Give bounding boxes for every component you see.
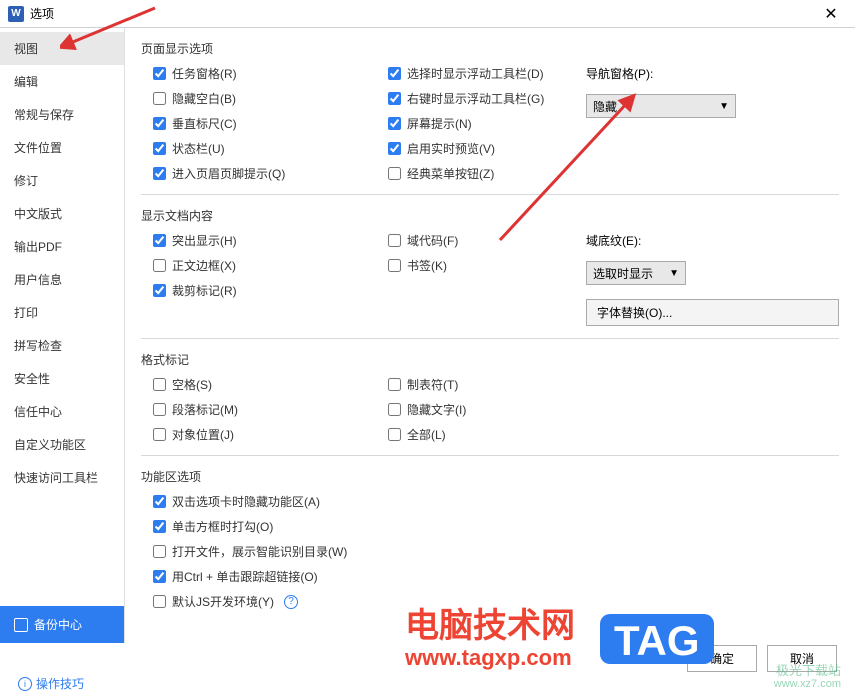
lbl-select-float: 选择时显示浮动工具栏(D) [407, 65, 544, 82]
section-title-format-marks: 格式标记 [141, 351, 839, 368]
backup-label: 备份中心 [34, 616, 82, 633]
content-panel: 页面显示选项 任务窗格(R) 隐藏空白(B) 垂直标尺(C) 状态栏(U) 进入… [125, 28, 855, 643]
sidebar-item-print[interactable]: 打印 [0, 296, 124, 329]
lbl-para-marks: 段落标记(M) [172, 401, 238, 418]
lbl-rclick-float: 右键时显示浮动工具栏(G) [407, 90, 544, 107]
shade-select[interactable]: 选取时显示 ▼ [586, 261, 686, 285]
sidebar-item-quick-access[interactable]: 快速访问工具栏 [0, 461, 124, 494]
chk-click-check[interactable] [153, 520, 166, 533]
backup-center-button[interactable]: 备份中心 [0, 606, 124, 643]
lbl-obj-position: 对象位置(J) [172, 426, 234, 443]
lbl-js-dev: 默认JS开发环境(Y) [172, 593, 274, 610]
sidebar-item-custom-ribbon[interactable]: 自定义功能区 [0, 428, 124, 461]
nav-pane-select[interactable]: 隐藏 ▼ [586, 94, 736, 118]
chk-classic-menu[interactable] [388, 167, 401, 180]
section-title-ribbon: 功能区选项 [141, 468, 839, 485]
lbl-field-codes: 域代码(F) [407, 232, 458, 249]
lbl-highlight: 突出显示(H) [172, 232, 237, 249]
help-icon[interactable]: ? [284, 595, 298, 609]
sidebar-item-file-location[interactable]: 文件位置 [0, 131, 124, 164]
sidebar-item-security[interactable]: 安全性 [0, 362, 124, 395]
close-button[interactable]: ✕ [815, 4, 847, 24]
chk-crop-marks[interactable] [153, 284, 166, 297]
lbl-tabs: 制表符(T) [407, 376, 458, 393]
lbl-smart-toc: 打开文件，展示智能识别目录(W) [172, 543, 347, 560]
chk-all[interactable] [388, 428, 401, 441]
chk-tabs[interactable] [388, 378, 401, 391]
backup-icon [14, 618, 28, 632]
chk-screen-tip[interactable] [388, 117, 401, 130]
font-substitute-button[interactable]: 字体替换(O)... [586, 299, 839, 326]
chk-para-marks[interactable] [153, 403, 166, 416]
lbl-vruler: 垂直标尺(C) [172, 115, 237, 132]
chk-task-pane[interactable] [153, 67, 166, 80]
chk-header-footer[interactable] [153, 167, 166, 180]
sidebar-item-trust-center[interactable]: 信任中心 [0, 395, 124, 428]
lbl-crop-marks: 裁剪标记(R) [172, 282, 237, 299]
chk-smart-toc[interactable] [153, 545, 166, 558]
chk-rclick-float[interactable] [388, 92, 401, 105]
app-icon: W [8, 6, 24, 22]
lbl-statusbar: 状态栏(U) [172, 140, 225, 157]
chk-hide-blank[interactable] [153, 92, 166, 105]
sidebar-item-general-save[interactable]: 常规与保存 [0, 98, 124, 131]
lbl-all: 全部(L) [407, 426, 446, 443]
nav-pane-label: 导航窗格(P): [586, 65, 839, 82]
lbl-ctrl-click-link: 用Ctrl + 单击跟踪超链接(O) [172, 568, 318, 585]
watermark-tag-badge: TAG [600, 614, 714, 664]
sidebar-item-output-pdf[interactable]: 输出PDF [0, 230, 124, 263]
chk-highlight[interactable] [153, 234, 166, 247]
sidebar-item-view[interactable]: 视图 [0, 32, 124, 65]
lbl-click-check: 单击方框时打勾(O) [172, 518, 273, 535]
chk-dblclick-hide[interactable] [153, 495, 166, 508]
chk-vruler[interactable] [153, 117, 166, 130]
sidebar-item-spellcheck[interactable]: 拼写检查 [0, 329, 124, 362]
shade-label: 域底纹(E): [586, 232, 839, 249]
shade-value: 选取时显示 [593, 265, 653, 282]
lbl-dblclick-hide: 双击选项卡时隐藏功能区(A) [172, 493, 320, 510]
lbl-live-preview: 启用实时预览(V) [407, 140, 495, 157]
lbl-header-footer: 进入页眉页脚提示(Q) [172, 165, 285, 182]
sidebar-item-chinese-layout[interactable]: 中文版式 [0, 197, 124, 230]
window-title: 选项 [30, 5, 815, 22]
section-title-page-display: 页面显示选项 [141, 40, 839, 57]
chk-bookmarks[interactable] [388, 259, 401, 272]
dropdown-arrow-icon: ▼ [719, 101, 729, 112]
lbl-screen-tip: 屏幕提示(N) [407, 115, 472, 132]
chk-live-preview[interactable] [388, 142, 401, 155]
chk-select-float[interactable] [388, 67, 401, 80]
lbl-classic-menu: 经典菜单按钮(Z) [407, 165, 494, 182]
chk-text-border[interactable] [153, 259, 166, 272]
watermark-tagxp: 电脑技术网 www.tagxp.com [405, 608, 575, 670]
sidebar-item-revision[interactable]: 修订 [0, 164, 124, 197]
chk-obj-position[interactable] [153, 428, 166, 441]
chk-statusbar[interactable] [153, 142, 166, 155]
chk-hidden-text[interactable] [388, 403, 401, 416]
tip-label: 操作技巧 [36, 675, 84, 692]
lbl-text-border: 正文边框(X) [172, 257, 236, 274]
dropdown-arrow-icon: ▼ [669, 268, 679, 279]
tip-icon: i [18, 677, 32, 691]
lbl-spaces: 空格(S) [172, 376, 212, 393]
chk-field-codes[interactable] [388, 234, 401, 247]
sidebar: 视图 编辑 常规与保存 文件位置 修订 中文版式 输出PDF 用户信息 打印 拼… [0, 28, 125, 643]
nav-pane-value: 隐藏 [593, 98, 617, 115]
operation-tips-link[interactable]: i 操作技巧 [18, 675, 84, 692]
chk-ctrl-click-link[interactable] [153, 570, 166, 583]
lbl-task-pane: 任务窗格(R) [172, 65, 237, 82]
section-title-doc-content: 显示文档内容 [141, 207, 839, 224]
lbl-hide-blank: 隐藏空白(B) [172, 90, 236, 107]
sidebar-item-user-info[interactable]: 用户信息 [0, 263, 124, 296]
sidebar-item-edit[interactable]: 编辑 [0, 65, 124, 98]
watermark-xz7: 极光下载站 www.xz7.com [774, 664, 841, 690]
chk-spaces[interactable] [153, 378, 166, 391]
lbl-bookmarks: 书签(K) [407, 257, 447, 274]
chk-js-dev[interactable] [153, 595, 166, 608]
lbl-hidden-text: 隐藏文字(I) [407, 401, 466, 418]
